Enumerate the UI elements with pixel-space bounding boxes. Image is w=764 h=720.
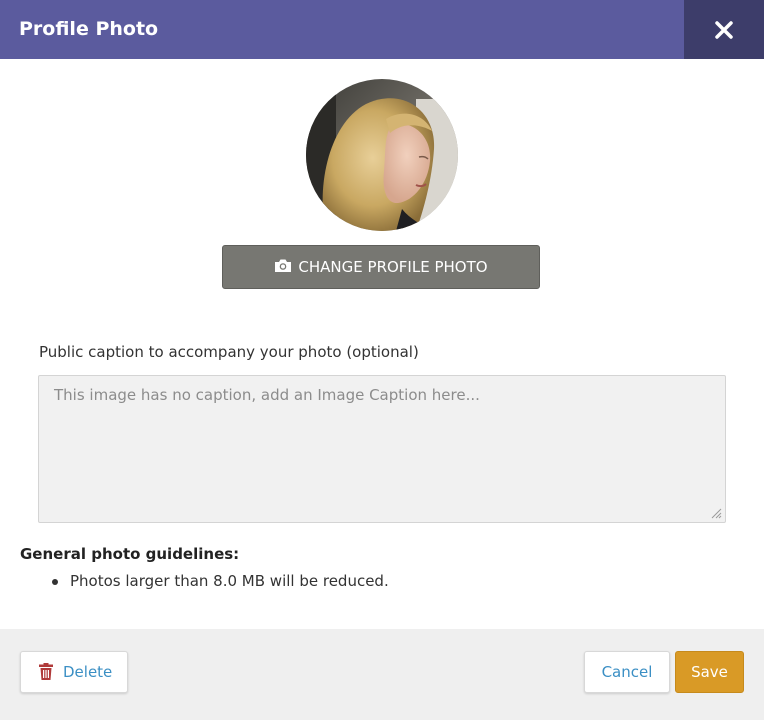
- close-icon: [715, 21, 733, 39]
- profile-photo-dialog: Profile Photo CHANGE PROFILE PHOTO Publi…: [0, 0, 764, 720]
- dialog-header: Profile Photo: [0, 0, 764, 59]
- profile-photo: [306, 79, 458, 231]
- change-profile-photo-label: CHANGE PROFILE PHOTO: [298, 258, 488, 276]
- avatar: [306, 79, 458, 231]
- caption-textarea[interactable]: [38, 375, 726, 523]
- close-button[interactable]: [684, 0, 764, 59]
- dialog-title: Profile Photo: [19, 18, 159, 40]
- save-button[interactable]: Save: [675, 651, 744, 693]
- caption-label: Public caption to accompany your photo (…: [39, 343, 419, 361]
- change-profile-photo-button[interactable]: CHANGE PROFILE PHOTO: [222, 245, 540, 289]
- bullet-icon: [52, 579, 58, 585]
- guideline-item: Photos larger than 8.0 MB will be reduce…: [52, 572, 389, 590]
- trash-icon: [39, 663, 53, 680]
- cancel-button[interactable]: Cancel: [584, 651, 670, 693]
- delete-label: Delete: [63, 663, 113, 681]
- camera-icon: [275, 259, 292, 272]
- guidelines-list: Photos larger than 8.0 MB will be reduce…: [52, 572, 389, 590]
- guideline-text: Photos larger than 8.0 MB will be reduce…: [70, 572, 389, 590]
- delete-button[interactable]: Delete: [20, 651, 128, 693]
- resize-grip-icon[interactable]: [710, 507, 722, 519]
- guidelines-heading: General photo guidelines:: [20, 545, 240, 563]
